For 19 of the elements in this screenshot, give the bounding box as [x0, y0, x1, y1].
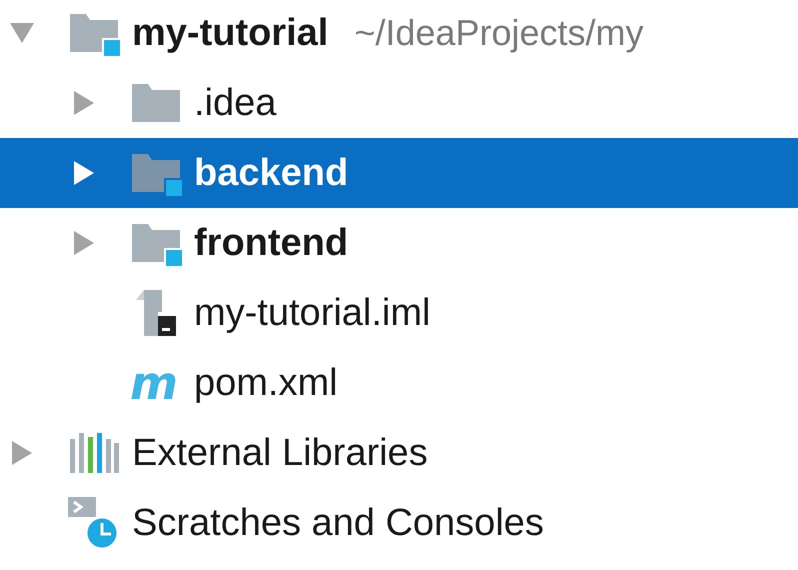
project-path: ~/IdeaProjects/my	[354, 15, 644, 51]
tree-item-label: External Libraries	[132, 434, 428, 472]
tree-item-label: Scratches and Consoles	[132, 504, 544, 542]
tree-row[interactable]: frontend	[0, 208, 798, 278]
tree-item-label: frontend	[194, 224, 348, 262]
tree-item-label: pom.xml	[194, 364, 338, 402]
tree-row[interactable]: m pom.xml	[0, 348, 798, 418]
tree-item-label: my-tutorial.iml	[194, 294, 430, 332]
tree-item-label: my-tutorial	[132, 14, 328, 52]
tree-row[interactable]: .idea	[0, 68, 798, 138]
maven-icon: m	[130, 360, 182, 406]
tree-item-label: .idea	[194, 84, 276, 122]
tree-row[interactable]: my-tutorial ~/IdeaProjects/my	[0, 0, 798, 68]
tree-row[interactable]: External Libraries	[0, 418, 798, 488]
tree-row[interactable]: Scratches and Consoles	[0, 488, 798, 558]
tree-row[interactable]: my-tutorial.iml	[0, 278, 798, 348]
tree-item-label: backend	[194, 154, 348, 192]
library-bars-icon	[68, 433, 120, 473]
tree-row[interactable]: backend	[0, 138, 798, 208]
